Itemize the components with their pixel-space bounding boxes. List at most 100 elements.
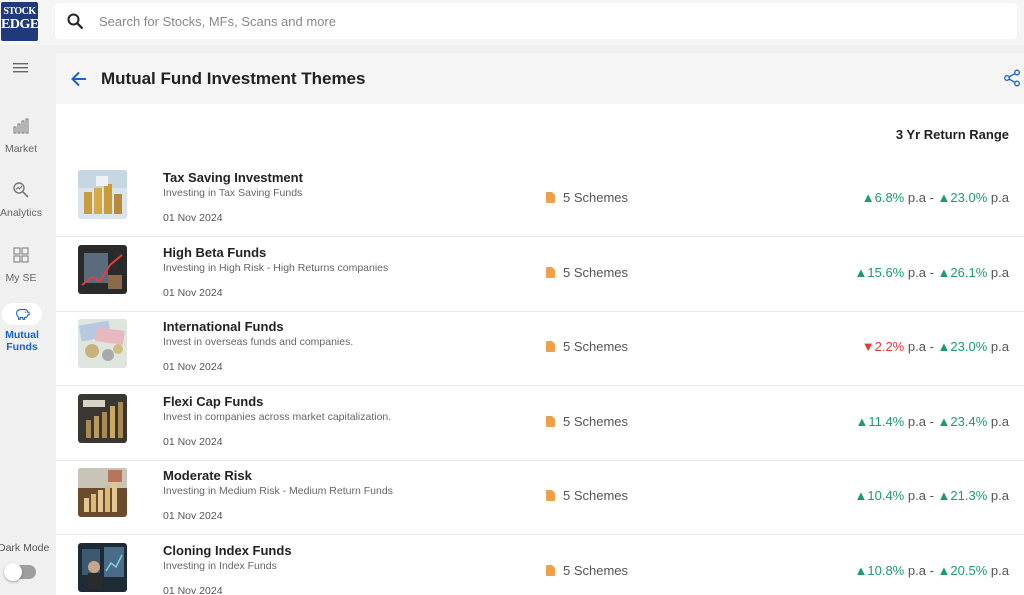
toggle-knob: [4, 563, 22, 581]
theme-title: Cloning Index Funds: [163, 543, 292, 558]
return-range: ▲10.4% p.a - ▲21.3% p.a: [855, 488, 1010, 503]
dark-mode-toggle[interactable]: [4, 563, 36, 581]
theme-row-moderate-risk[interactable]: Moderate Risk Investing in Medium Risk -…: [56, 460, 1024, 535]
theme-row-flexi-cap[interactable]: Flexi Cap Funds Invest in companies acro…: [56, 386, 1024, 461]
theme-description: Invest in overseas funds and companies.: [163, 336, 354, 348]
theme-thumbnail-image: [78, 319, 127, 368]
sidebar-item-label: Mutual Funds: [5, 329, 39, 353]
theme-row-tax-saving[interactable]: Tax Saving Investment Investing in Tax S…: [56, 162, 1024, 237]
arrow-up-icon: ▲: [937, 190, 951, 205]
stockedge-logo[interactable]: STOCK EDGE: [1, 2, 39, 41]
theme-title: Moderate Risk: [163, 468, 252, 483]
theme-row-cloning-index[interactable]: Cloning Index Funds Investing in Index F…: [56, 535, 1024, 595]
return-high-value: 23.0%: [950, 190, 988, 205]
arrow-up-icon: ▲: [854, 563, 868, 578]
return-unit: p.a: [990, 265, 1009, 280]
search-bar[interactable]: [55, 3, 1017, 39]
range-separator: -: [929, 339, 934, 354]
arrow-up-icon: ▲: [861, 190, 875, 205]
arrow-up-icon: ▲: [855, 414, 869, 429]
arrow-up-icon: ▲: [937, 563, 951, 578]
sidebar-item-label: Market: [4, 143, 38, 155]
scheme-count-text: 5 Schemes: [563, 563, 629, 578]
return-range-header: 3 Yr Return Range: [895, 127, 1009, 142]
theme-description: Investing in High Risk - High Returns co…: [163, 262, 389, 274]
sidebar-item-market[interactable]: Market: [0, 117, 42, 155]
return-high-value: 20.5%: [950, 563, 988, 578]
range-separator: -: [929, 265, 934, 280]
theme-date: 01 Nov 2024: [163, 436, 223, 448]
theme-description: Investing in Index Funds: [163, 560, 277, 572]
return-range: ▲11.4% p.a - ▲23.4% p.a: [855, 414, 1009, 429]
return-high-value: 23.4%: [950, 414, 988, 429]
piggy-bank-icon: [16, 309, 30, 320]
theme-title: High Beta Funds: [163, 245, 267, 260]
return-range: ▲10.8% p.a - ▲20.5% p.a: [855, 563, 1010, 578]
return-range: ▼2.2% p.a - ▲23.0% p.a: [862, 339, 1009, 354]
scheme-count-text: 5 Schemes: [563, 265, 629, 280]
scheme-count: 5 Schemes: [546, 190, 628, 205]
theme-row-international[interactable]: International Funds Invest in overseas f…: [56, 311, 1024, 386]
return-low-value: 10.4%: [867, 488, 905, 503]
return-unit: p.a: [907, 339, 926, 354]
scheme-count: 5 Schemes: [546, 339, 628, 354]
document-icon: [546, 490, 555, 501]
dark-mode-label: Dark Mode: [0, 542, 50, 554]
sidebar-item-my-se[interactable]: My SE: [0, 246, 42, 284]
theme-date: 01 Nov 2024: [163, 510, 223, 522]
share-icon[interactable]: [1003, 69, 1021, 87]
sidebar-item-label: Analytics: [0, 207, 43, 219]
logo-line-2: EDGE: [1, 17, 39, 32]
theme-title: International Funds: [163, 319, 284, 334]
scheme-count-text: 5 Schemes: [563, 339, 629, 354]
sidebar-item-analytics[interactable]: Analytics: [0, 181, 42, 219]
range-separator: -: [929, 414, 934, 429]
theme-row-high-beta[interactable]: High Beta Funds Investing in High Risk -…: [56, 237, 1024, 312]
sidebar-item-mutual-funds[interactable]: Mutual Funds: [1, 303, 43, 353]
page-title: Mutual Fund Investment Themes: [101, 69, 366, 88]
arrow-up-icon: ▲: [937, 414, 951, 429]
theme-description: Investing in Tax Saving Funds: [163, 187, 303, 199]
return-low-value: 6.8%: [874, 190, 905, 205]
scheme-count-text: 5 Schemes: [563, 414, 629, 429]
arrow-up-icon: ▲: [937, 488, 951, 503]
page-header: Mutual Fund Investment Themes: [56, 53, 1024, 104]
hamburger-menu-icon[interactable]: [13, 62, 29, 74]
scheme-count: 5 Schemes: [546, 265, 628, 280]
arrow-down-icon: ▼: [861, 339, 875, 354]
arrow-up-icon: ▲: [937, 339, 951, 354]
search-input[interactable]: [99, 3, 999, 39]
return-range: ▲6.8% p.a - ▲23.0% p.a: [862, 190, 1009, 205]
document-icon: [546, 341, 555, 352]
arrow-up-icon: ▲: [854, 265, 868, 280]
return-unit: p.a: [990, 339, 1009, 354]
return-high-value: 21.3%: [950, 488, 988, 503]
return-low-value: 11.4%: [868, 414, 905, 429]
sidebar: Market Analytics My SE Mutual Funds Dark…: [0, 45, 55, 595]
grid-icon: [13, 247, 29, 263]
theme-thumbnail-image: [78, 468, 127, 517]
back-arrow-icon[interactable]: [70, 70, 88, 88]
theme-description: Investing in Medium Risk - Medium Return…: [163, 485, 393, 497]
theme-date: 01 Nov 2024: [163, 212, 223, 224]
return-unit: p.a: [990, 563, 1009, 578]
magnify-chart-icon: [13, 182, 29, 198]
scheme-count: 5 Schemes: [546, 414, 628, 429]
return-high-value: 23.0%: [950, 339, 988, 354]
arrow-up-icon: ▲: [937, 265, 951, 280]
return-unit: p.a: [990, 414, 1009, 429]
theme-title: Flexi Cap Funds: [163, 394, 264, 409]
arrow-up-icon: ▲: [854, 488, 868, 503]
document-icon: [546, 565, 555, 576]
theme-thumbnail-image: [78, 170, 127, 219]
main-panel: Mutual Fund Investment Themes 3 Yr Retur…: [56, 53, 1024, 595]
return-low-value: 2.2%: [874, 339, 905, 354]
return-unit: p.a: [907, 414, 926, 429]
top-bar: STOCK EDGE: [0, 0, 1024, 45]
return-low-value: 10.8%: [867, 563, 905, 578]
logo-line-1: STOCK: [3, 6, 36, 17]
range-separator: -: [929, 488, 934, 503]
return-unit: p.a: [990, 488, 1009, 503]
scheme-count: 5 Schemes: [546, 563, 628, 578]
theme-date: 01 Nov 2024: [163, 585, 223, 595]
